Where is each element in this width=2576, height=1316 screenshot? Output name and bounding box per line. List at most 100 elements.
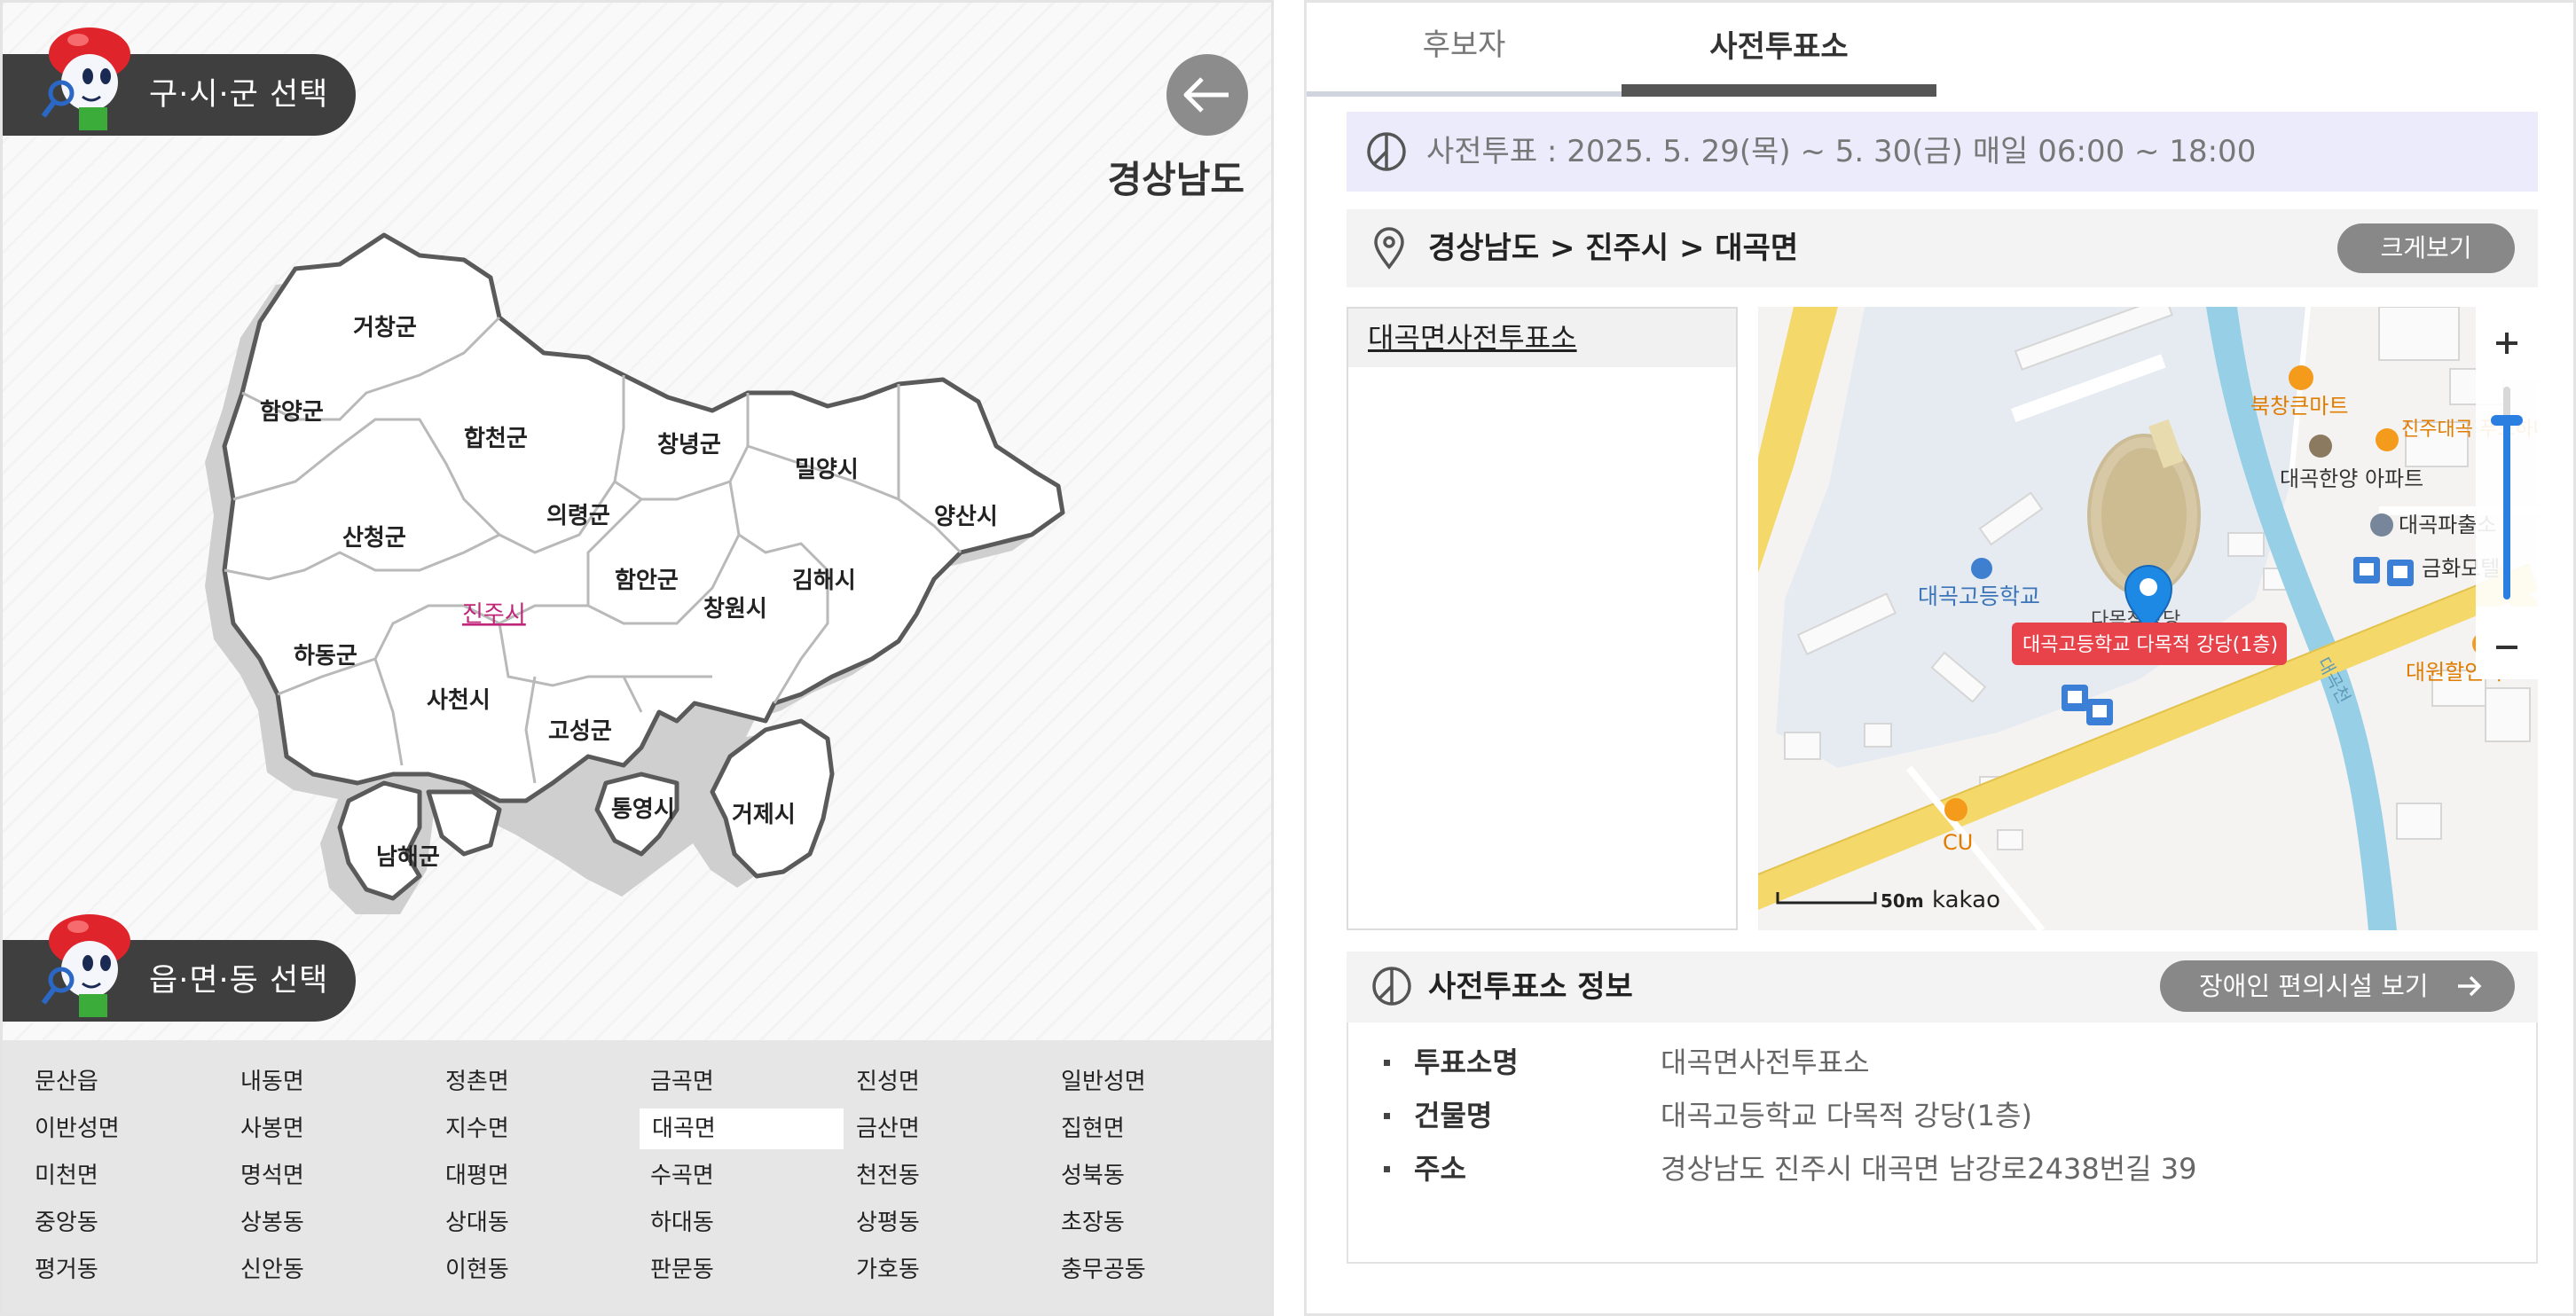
arrow-right-icon — [2458, 975, 2482, 997]
kakao-logo: kakao — [1932, 887, 2000, 913]
emd-item[interactable]: 금곡면 — [618, 1061, 822, 1102]
sigungu-select-title: 구·시·군 선택 — [149, 77, 329, 113]
emd-item[interactable]: 충무공동 — [1029, 1249, 1233, 1290]
emd-item[interactable]: 금산면 — [824, 1108, 1028, 1149]
emd-item[interactable]: 정촌면 — [413, 1061, 617, 1102]
emd-item[interactable]: 지수면 — [413, 1108, 617, 1149]
map-label-namhae[interactable]: 남해군 — [376, 844, 440, 871]
map-canvas: 북창큰마트 대곡한양 아파트 대곡고등학교 다목적강당 진주대곡 푸드하나로마트… — [1758, 307, 2538, 930]
zoom-level-fill — [2503, 422, 2510, 599]
emd-item[interactable]: 집현면 — [1029, 1108, 1233, 1149]
poi-cu-store: CU — [1943, 830, 1973, 855]
map-label-sancheong[interactable]: 산청군 — [342, 525, 406, 552]
emd-item[interactable]: 진성면 — [824, 1061, 1028, 1102]
emd-item[interactable]: 미천면 — [3, 1155, 207, 1196]
map-label-tongyeong[interactable]: 통영시 — [611, 796, 675, 823]
location-bar: 경상남도 > 진주시 > 대곡면 크게보기 — [1347, 209, 2538, 287]
vote-stamp-icon — [1367, 132, 1406, 171]
poi-daegok-hanyang: 대곡한양 아파트 — [2280, 466, 2423, 491]
emd-item[interactable]: 일반성면 — [1029, 1061, 1233, 1102]
map-label-goseong[interactable]: 고성군 — [548, 718, 612, 745]
map-label-uiryeong[interactable]: 의령군 — [546, 503, 610, 529]
info-value: 대곡면사전투표소 — [1661, 1046, 1870, 1079]
map-label-hapcheon[interactable]: 합천군 — [464, 426, 528, 452]
scale-label: 50m — [1881, 890, 1924, 912]
tab-early-voting[interactable]: 사전투표소 — [1622, 3, 1936, 97]
region-select-panel: 구·시·군 선택 경상남도 거창군 함양군 합천군 창녕군 밀양시 양산시 산청… — [0, 0, 1274, 1316]
station-info-header: 사전투표소 정보 장애인 편의시설 보기 — [1347, 952, 2538, 1022]
zoom-control — [2476, 307, 2538, 679]
emd-item[interactable]: 명석면 — [208, 1155, 412, 1196]
map-label-geochang[interactable]: 거창군 — [353, 315, 417, 341]
info-label: 주소 — [1414, 1152, 1466, 1186]
zoom-out-button[interactable] — [2476, 607, 2538, 679]
emd-item[interactable]: 이현동 — [413, 1249, 617, 1290]
station-list: 대곡면사전투표소 — [1347, 307, 1738, 930]
mascot-icon — [41, 914, 130, 1017]
emd-item[interactable]: 하대동 — [618, 1202, 822, 1243]
emd-item[interactable]: 상평동 — [824, 1202, 1028, 1243]
info-label: 건물명 — [1414, 1099, 1493, 1132]
zoom-in-button[interactable] — [2476, 307, 2538, 380]
info-row-station-name: 투표소명 대곡면사전투표소 — [1348, 1040, 2536, 1085]
poi-daegok-high-school: 대곡고등학교 — [1918, 584, 2040, 609]
station-info-title: 사전투표소 정보 — [1428, 969, 1633, 1005]
location-pin-icon — [1374, 227, 1404, 270]
info-row-building: 건물명 대곡고등학교 다목적 강당(1층) — [1348, 1093, 2536, 1138]
emd-item[interactable]: 사봉면 — [208, 1108, 412, 1149]
emd-item[interactable]: 평거동 — [3, 1249, 207, 1290]
mascot-icon — [41, 27, 130, 130]
emd-item[interactable]: 중앙동 — [3, 1202, 207, 1243]
back-button[interactable] — [1166, 54, 1248, 136]
emd-item[interactable]: 수곡면 — [618, 1155, 822, 1196]
emd-item[interactable]: 상대동 — [413, 1202, 617, 1243]
bullet — [1384, 1113, 1390, 1119]
emd-item[interactable]: 초장동 — [1029, 1202, 1233, 1243]
emd-select-title: 읍·면·동 선택 — [149, 963, 329, 999]
bullet — [1384, 1166, 1390, 1172]
emd-item[interactable]: 대평면 — [413, 1155, 617, 1196]
map-label-changwon[interactable]: 창원시 — [703, 596, 767, 623]
emd-item[interactable]: 판문동 — [618, 1249, 822, 1290]
emd-list: 문산읍 내동면 정촌면 금곡면 진성면 일반성면 이반성면 사봉면 지수면 대곡… — [3, 1040, 1271, 1313]
emd-item[interactable]: 성북동 — [1029, 1155, 1233, 1196]
bullet — [1384, 1060, 1390, 1066]
map-label-miryang[interactable]: 밀양시 — [795, 457, 859, 483]
map-label-haman[interactable]: 함안군 — [615, 568, 679, 594]
kakao-map[interactable]: 북창큰마트 대곡한양 아파트 대곡고등학교 다목적강당 진주대곡 푸드하나로마트… — [1758, 307, 2538, 930]
notice-text: 사전투표 : 2025. 5. 29(목) ~ 5. 30(금) 매일 06:0… — [1426, 134, 2257, 169]
emd-item[interactable]: 내동면 — [208, 1061, 412, 1102]
map-label-gimhae[interactable]: 김해시 — [792, 568, 856, 594]
info-label: 투표소명 — [1414, 1046, 1519, 1079]
region-name: 경상남도 — [1107, 158, 1245, 201]
map-label-hadong[interactable]: 하동군 — [294, 643, 357, 670]
emd-item[interactable]: 신안동 — [208, 1249, 412, 1290]
emd-item[interactable]: 상봉동 — [208, 1202, 412, 1243]
emd-item[interactable]: 천전동 — [824, 1155, 1028, 1196]
enlarge-map-button[interactable]: 크게보기 — [2337, 223, 2515, 273]
info-value: 경상남도 진주시 대곡면 남강로2438번길 39 — [1661, 1152, 2197, 1186]
emd-item[interactable]: 가호동 — [824, 1249, 1028, 1290]
arrow-left-icon — [1183, 77, 1229, 113]
map-label-sacheon[interactable]: 사천시 — [427, 687, 491, 714]
info-value: 대곡고등학교 다목적 강당(1층) — [1661, 1099, 2032, 1132]
info-row-address: 주소 경상남도 진주시 대곡면 남강로2438번길 39 — [1348, 1147, 2536, 1191]
emd-item[interactable]: 문산읍 — [3, 1061, 207, 1102]
map-label-changnyeong[interactable]: 창녕군 — [657, 432, 721, 458]
accessibility-button-label: 장애인 편의시설 보기 — [2199, 971, 2429, 1001]
station-info-body: 투표소명 대곡면사전투표소 건물명 대곡고등학교 다목적 강당(1층) 주소 경… — [1347, 1022, 2538, 1264]
map-label-yangsan[interactable]: 양산시 — [934, 504, 998, 530]
emd-item-selected[interactable]: 대곡면 — [640, 1108, 844, 1149]
map-label-hamyang[interactable]: 함양군 — [260, 399, 324, 426]
map-label-geoje[interactable]: 거제시 — [732, 802, 796, 828]
accessibility-button[interactable]: 장애인 편의시설 보기 — [2160, 960, 2515, 1012]
tab-candidates[interactable]: 후보자 — [1307, 3, 1622, 97]
station-list-item[interactable]: 대곡면사전투표소 — [1348, 309, 1736, 367]
poi-bukchang-mart: 북창큰마트 — [2250, 394, 2348, 419]
emd-item[interactable]: 이반성면 — [3, 1108, 207, 1149]
polling-station-panel: 후보자 사전투표소 사전투표 : 2025. 5. 29(목) ~ 5. 30(… — [1304, 0, 2576, 1316]
vote-stamp-icon — [1372, 967, 1411, 1006]
map-label-jinju[interactable]: 진주시 — [462, 601, 526, 628]
marker-label: 대곡고등학교 다목적 강당(1층) — [2022, 634, 2278, 656]
zoom-slider-handle[interactable] — [2491, 415, 2523, 426]
